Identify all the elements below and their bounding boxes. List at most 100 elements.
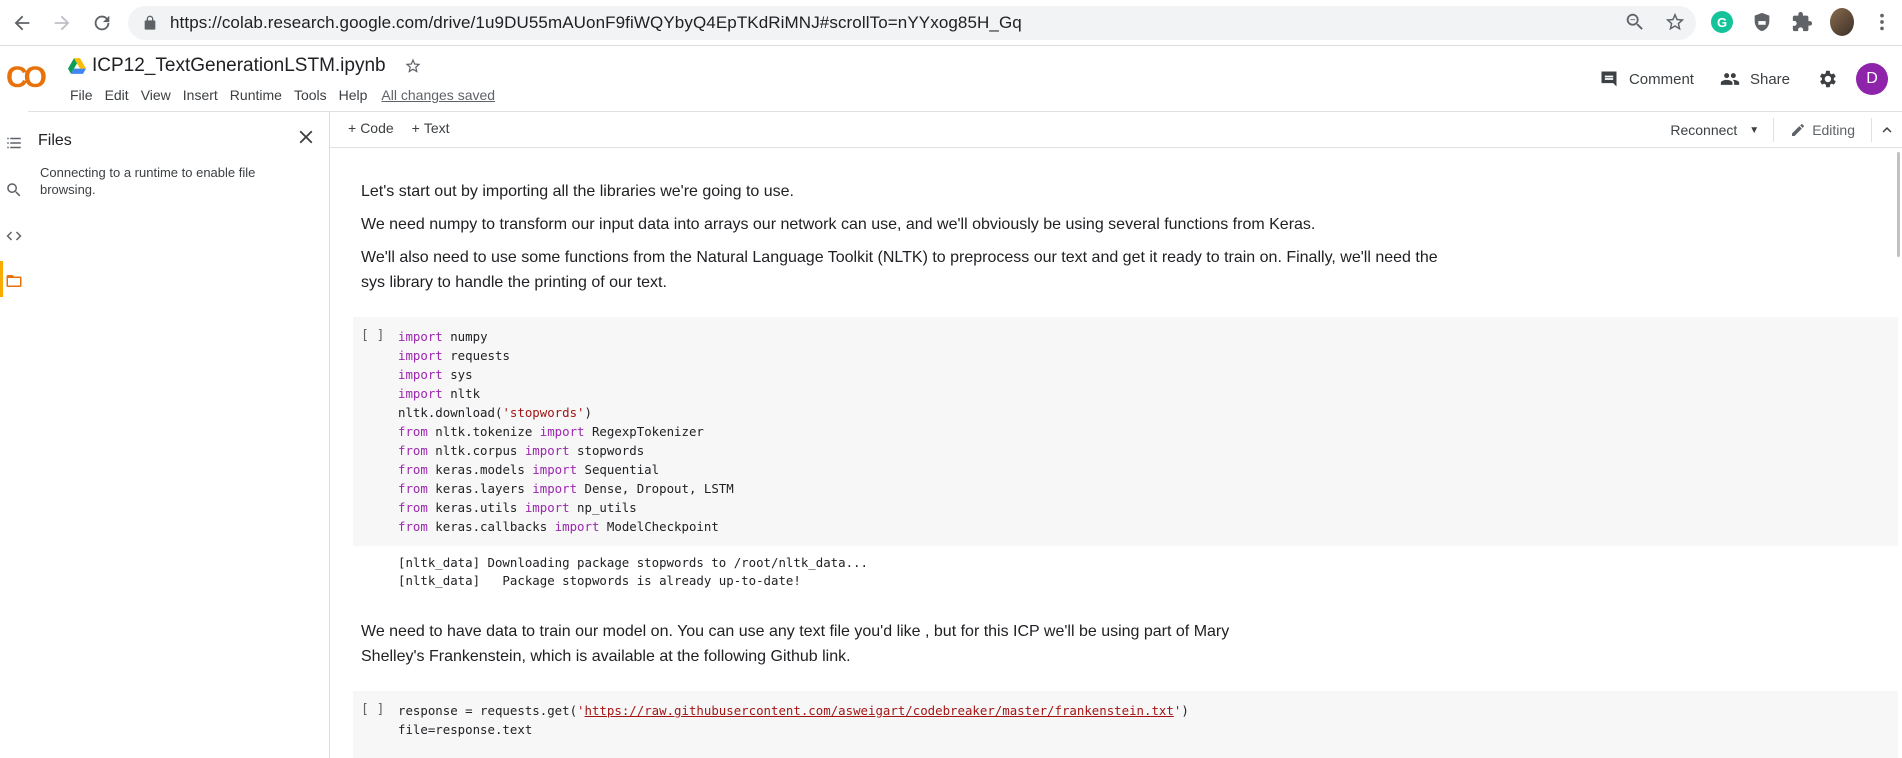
add-code-button[interactable]: + Code: [348, 120, 394, 136]
text-paragraph: We'll also need to use some functions fr…: [361, 249, 1438, 291]
more-vert-icon: [1880, 13, 1884, 31]
menu-file[interactable]: File: [64, 87, 99, 103]
code-keyword: from: [398, 443, 428, 458]
share-label: Share: [1749, 70, 1790, 88]
reload-button[interactable]: [84, 5, 120, 41]
folder-icon[interactable]: [5, 272, 23, 290]
reload-icon: [94, 15, 110, 30]
code-url-link[interactable]: https://raw.githubusercontent.com/asweig…: [585, 703, 1174, 718]
code-keyword: import: [532, 481, 578, 496]
menu-runtime[interactable]: Runtime: [224, 87, 288, 103]
table-of-contents-icon[interactable]: [5, 134, 23, 152]
zoom-icon[interactable]: [1624, 11, 1646, 33]
editing-mode-button[interactable]: Editing: [1774, 118, 1872, 142]
menu-edit[interactable]: Edit: [99, 87, 135, 103]
left-rail: [0, 111, 28, 758]
code-keyword: import: [398, 386, 443, 401]
gear-icon[interactable]: [1816, 68, 1838, 90]
code-keyword: from: [398, 424, 428, 439]
user-avatar[interactable]: D: [1856, 63, 1888, 95]
code-cell[interactable]: [ ] import numpy import requests import …: [353, 317, 1898, 546]
reconnect-label: Reconnect: [1670, 122, 1738, 138]
puzzle-icon: [1792, 11, 1813, 32]
plus-icon: +: [411, 120, 420, 136]
save-status[interactable]: All changes saved: [381, 87, 495, 103]
code-keyword: import: [524, 500, 570, 515]
pencil-icon: [1792, 124, 1805, 136]
code-snippets-icon[interactable]: [5, 227, 23, 245]
star-icon[interactable]: [404, 57, 422, 75]
grammarly-extension[interactable]: G: [1710, 10, 1734, 34]
code-keyword: from: [398, 519, 428, 534]
chevron-down-icon[interactable]: ▼: [1749, 125, 1759, 136]
address-bar[interactable]: https://colab.research.google.com/drive/…: [128, 6, 1696, 40]
comment-button[interactable]: Comment: [1599, 69, 1694, 89]
comment-label: Comment: [1628, 70, 1694, 88]
code-editor[interactable]: import numpy import requests import sys …: [398, 327, 734, 536]
add-text-label: Text: [423, 120, 450, 136]
profile-button[interactable]: [1830, 8, 1854, 36]
browser-toolbar: https://colab.research.google.com/drive/…: [0, 0, 1902, 46]
code-keyword: import: [398, 367, 443, 382]
menu-tools[interactable]: Tools: [288, 87, 333, 103]
rail-active-indicator: [0, 261, 3, 297]
code-keyword: import: [398, 329, 443, 344]
back-button[interactable]: [4, 5, 40, 41]
menu-help[interactable]: Help: [333, 87, 374, 103]
text-paragraph: We need numpy to transform our input dat…: [361, 216, 1316, 233]
colab-header: CO ICP12_TextGenerationLSTM.ipynb File E…: [0, 47, 1902, 111]
code-keyword: from: [398, 500, 428, 515]
menu-view[interactable]: View: [135, 87, 177, 103]
notebook-title[interactable]: ICP12_TextGenerationLSTM.ipynb: [92, 55, 386, 77]
code-string: 'https://raw.githubusercontent.com/aswei…: [577, 703, 1182, 718]
reconnect-button[interactable]: Reconnect ▼: [1670, 118, 1775, 142]
text-cell[interactable]: We need to have data to train our model …: [361, 619, 1461, 669]
shield-extension[interactable]: [1750, 10, 1774, 34]
run-cell-button[interactable]: [ ]: [361, 702, 384, 717]
arrow-left-icon: [14, 15, 30, 30]
search-icon[interactable]: [5, 181, 23, 199]
scrollbar-thumb[interactable]: [1897, 152, 1900, 257]
comment-icon: [1601, 71, 1617, 87]
share-button[interactable]: Share: [1720, 69, 1790, 89]
files-status-message: Connecting to a runtime to enable file b…: [40, 165, 256, 197]
colab-logo-text: CO: [6, 61, 47, 94]
output-line: [nltk_data] Package stopwords is already…: [398, 573, 801, 588]
code-keyword: from: [398, 481, 428, 496]
text-cell[interactable]: Let's start out by importing all the lib…: [361, 179, 1461, 295]
run-cell-button[interactable]: [ ]: [361, 328, 384, 343]
chrome-menu-button[interactable]: [1870, 10, 1894, 34]
lock-icon: [144, 15, 156, 30]
collapse-header-button[interactable]: [1872, 121, 1902, 139]
files-title: Files: [38, 132, 72, 149]
bookmark-star-icon[interactable]: [1664, 11, 1686, 33]
code-editor[interactable]: response = requests.get('https://raw.git…: [398, 701, 1189, 739]
code-text: ): [1181, 703, 1189, 718]
arrow-right-icon: [54, 15, 70, 30]
google-drive-icon[interactable]: [68, 58, 86, 74]
profile-avatar: [1830, 8, 1854, 36]
code-keyword: import: [539, 424, 585, 439]
close-icon[interactable]: [295, 126, 317, 148]
text-paragraph: We need to have data to train our model …: [361, 623, 1230, 665]
url-text: https://colab.research.google.com/drive/…: [170, 13, 1022, 32]
code-keyword: import: [398, 348, 443, 363]
notebook-cells: Let's start out by importing all the lib…: [331, 149, 1902, 758]
code-keyword: import: [532, 462, 578, 477]
extensions-button[interactable]: [1790, 10, 1814, 34]
add-code-label: Code: [360, 120, 394, 136]
output-line: [nltk_data] Downloading package stopword…: [398, 555, 868, 570]
code-keyword: import: [554, 519, 600, 534]
menu-bar: File Edit View Insert Runtime Tools Help…: [64, 87, 495, 103]
forward-button[interactable]: [44, 5, 80, 41]
files-panel: Files Connecting to a runtime to enable …: [28, 111, 330, 758]
colab-logo[interactable]: CO: [6, 61, 47, 95]
code-text: file=response.text: [398, 722, 533, 737]
menu-insert[interactable]: Insert: [177, 87, 224, 103]
grammarly-icon: G: [1711, 11, 1733, 33]
code-keyword: from: [398, 462, 428, 477]
code-cell[interactable]: [ ] response = requests.get('https://raw…: [353, 691, 1898, 758]
code-string: 'stopwords': [502, 405, 585, 420]
add-text-button[interactable]: + Text: [412, 120, 450, 136]
text-paragraph: Let's start out by importing all the lib…: [361, 183, 794, 200]
